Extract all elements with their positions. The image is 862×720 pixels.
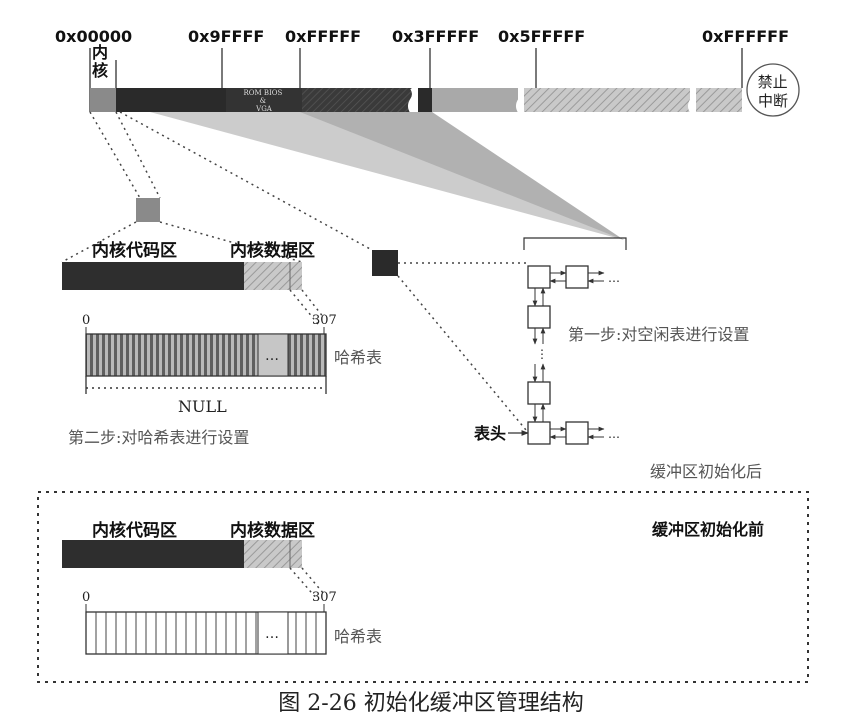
hash-end-index: 307 — [312, 313, 337, 328]
step2-label: 第二步:对哈希表进行设置 — [68, 428, 249, 447]
kernel-code-block — [62, 262, 244, 290]
hash-start-index: 0 — [82, 313, 90, 328]
interrupt-label: 禁止 中断 — [758, 73, 793, 110]
free-list: … ⋮ … 表头 第一步:对空闲表进行设置 — [473, 237, 749, 445]
gray-segment — [432, 88, 518, 112]
kernel-data-block — [244, 540, 302, 568]
list-head-label: 表头 — [473, 424, 506, 443]
svg-text:…: … — [608, 271, 620, 285]
after-hash-table: 0 307 … 哈希表 NULL 第二步:对哈希表进行设置 — [68, 313, 382, 447]
kernel-label: 内 核 — [92, 43, 114, 80]
address-label: 0xFFFFF — [285, 27, 361, 46]
svg-text:⋮: ⋮ — [536, 347, 548, 361]
kernel-data-label: 内核数据区 — [230, 520, 315, 541]
kernel-code-label: 内核代码区 — [92, 520, 177, 541]
kernel-code-block — [62, 540, 244, 568]
hash-start-index: 0 — [82, 590, 90, 605]
address-label: 0x9FFFF — [188, 27, 264, 46]
projection-lines — [89, 111, 624, 251]
hatched-segment — [524, 88, 690, 112]
figure-caption: 图 2-26 初始化缓冲区管理结构 — [278, 691, 583, 716]
dark-segment — [302, 88, 412, 112]
address-label: 0x3FFFFF — [392, 27, 479, 46]
hash-end-index: 307 — [312, 590, 337, 605]
dark-segment — [116, 88, 226, 112]
kernel-data-label: 内核数据区 — [230, 240, 315, 261]
buffer-init-diagram: 0x00000 0x9FFFF 0xFFFFF 0x3FFFFF 0x5FFFF… — [37, 27, 809, 716]
hash-table-label: 哈希表 — [334, 627, 382, 646]
before-init-label: 缓冲区初始化前 — [651, 520, 764, 539]
address-label: 0xFFFFFF — [702, 27, 789, 46]
dark-segment — [418, 88, 432, 112]
kernel-data-block — [244, 262, 302, 290]
buffer-head-square — [372, 250, 398, 276]
hatched-segment — [696, 88, 742, 112]
after-kernel-bar: 内核代码区 内核数据区 — [62, 240, 315, 290]
hash-ellipsis: … — [265, 348, 279, 364]
hash-table-label: 哈希表 — [334, 348, 382, 367]
null-label: NULL — [178, 397, 227, 416]
after-init-label: 缓冲区初始化后 — [650, 462, 762, 481]
address-label: 0x5FFFFF — [498, 27, 585, 46]
before-init-panel: 缓冲区初始化前 内核代码区 内核数据区 0 307 … 哈希表 — [37, 491, 809, 683]
kernel-code-label: 内核代码区 — [92, 240, 177, 261]
kernel-segment — [90, 88, 116, 112]
kernel-zoom-square — [136, 198, 160, 222]
memory-map: 0x00000 0x9FFFF 0xFFFFF 0x3FFFFF 0x5FFFF… — [55, 27, 800, 117]
svg-text:…: … — [608, 427, 620, 441]
hash-ellipsis: … — [265, 626, 279, 642]
step1-label: 第一步:对空闲表进行设置 — [568, 325, 749, 344]
